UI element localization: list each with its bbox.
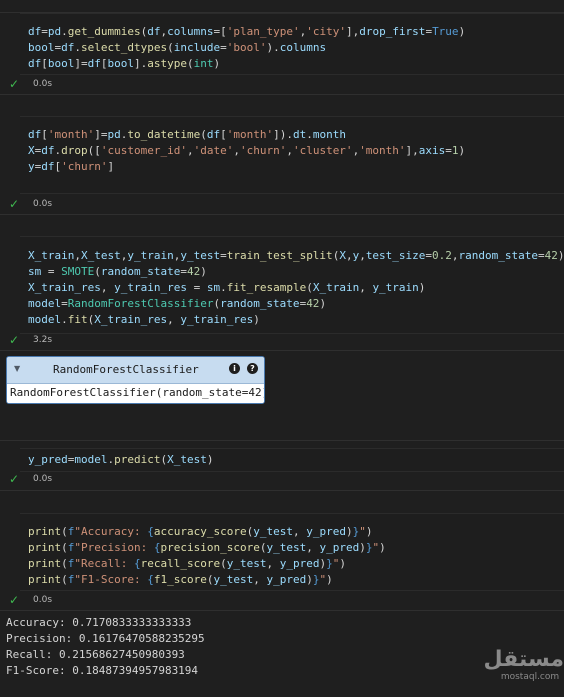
cell-status: ✓ 0.0s xyxy=(0,74,564,94)
execution-time: 0.0s xyxy=(33,199,53,209)
output-f1-score: F1-Score: 0.18487394957983194 xyxy=(6,664,199,677)
check-icon: ✓ xyxy=(9,197,20,211)
estimator-widget[interactable]: ▼ RandomForestClassifier i ? RandomFores… xyxy=(6,356,265,404)
estimator-repr-box: RandomForestClassifier(random_state=42) xyxy=(7,384,264,403)
check-icon: ✓ xyxy=(9,333,20,347)
cell-separator xyxy=(0,610,564,611)
cell-status: ✓ 3.2s xyxy=(0,330,564,350)
cell-separator xyxy=(0,214,564,215)
estimator-widget-header[interactable]: ▼ RandomForestClassifier i ? xyxy=(7,357,264,384)
cell-separator xyxy=(0,350,564,351)
execution-time: 0.0s xyxy=(33,595,53,605)
watermark-logo: مستقل xyxy=(483,647,564,672)
code-line: y_pred=model.predict(X_test) xyxy=(28,453,214,466)
code-line: bool=df.select_dtypes(include='bool').co… xyxy=(28,41,327,54)
help-icon[interactable]: ? xyxy=(247,363,258,374)
watermark-text: mostaql.com xyxy=(500,672,560,682)
execution-time: 0.0s xyxy=(33,79,53,89)
code-line: model.fit(X_train_res, y_train_res) xyxy=(28,313,260,326)
cell-status: ✓ 0.0s xyxy=(0,194,564,214)
code-line: df['month']=pd.to_datetime(df['month']).… xyxy=(28,128,346,141)
code-line: print(f"Recall: {recall_score(y_test, y_… xyxy=(28,557,346,570)
code-cell-1[interactable]: df=pd.get_dummies(df,columns=['plan_type… xyxy=(20,13,564,75)
output-precision: Precision: 0.16176470588235295 xyxy=(6,632,205,645)
code-line: X_train_res, y_train_res = sm.fit_resamp… xyxy=(28,281,426,294)
execution-time: 0.0s xyxy=(33,474,53,484)
code-cell-3[interactable]: X_train,X_test,y_train,y_test=train_test… xyxy=(20,236,564,334)
code-cell-2[interactable]: df['month']=pd.to_datetime(df['month']).… xyxy=(20,116,564,194)
check-icon: ✓ xyxy=(9,77,20,91)
code-line: model=RandomForestClassifier(random_stat… xyxy=(28,297,327,310)
code-line: print(f"F1-Score: {f1_score(y_test, y_pr… xyxy=(28,573,333,586)
cell-separator xyxy=(0,94,564,95)
code-line: print(f"Accuracy: {accuracy_score(y_test… xyxy=(28,525,373,538)
output-recall: Recall: 0.21568627450980393 xyxy=(6,648,185,661)
cell-status: ✓ 0.0s xyxy=(0,590,564,610)
estimator-title: RandomForestClassifier xyxy=(53,363,199,376)
code-cell-5[interactable]: print(f"Accuracy: {accuracy_score(y_test… xyxy=(20,513,564,591)
code-line: print(f"Precision: {precision_score(y_te… xyxy=(28,541,386,554)
code-line: X=df.drop(['customer_id','date','churn',… xyxy=(28,144,466,157)
cell-status: ✓ 0.0s xyxy=(0,469,564,489)
info-icon[interactable]: i xyxy=(229,363,240,374)
cell-separator xyxy=(0,440,564,441)
code-line: df=pd.get_dummies(df,columns=['plan_type… xyxy=(28,25,466,38)
output-accuracy: Accuracy: 0.7170833333333333 xyxy=(6,616,192,629)
estimator-repr: RandomForestClassifier(random_state=42) xyxy=(10,386,265,399)
code-line: X_train,X_test,y_train,y_test=train_test… xyxy=(28,249,564,262)
check-icon: ✓ xyxy=(9,472,20,486)
cell-separator xyxy=(0,490,564,491)
execution-time: 3.2s xyxy=(33,335,53,345)
collapse-arrow-icon[interactable]: ▼ xyxy=(14,364,20,373)
code-line: y=df['churn'] xyxy=(28,160,115,173)
check-icon: ✓ xyxy=(9,593,20,607)
code-line: sm = SMOTE(random_state=42) xyxy=(28,265,207,278)
code-line: df[bool]=df[bool].astype(int) xyxy=(28,57,221,70)
